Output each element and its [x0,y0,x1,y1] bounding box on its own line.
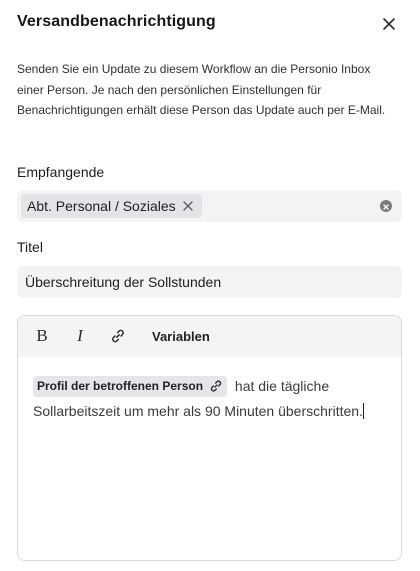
recipient-chip-label: Abt. Personal / Soziales [27,198,176,214]
close-icon[interactable] [182,200,194,212]
title-input[interactable] [17,266,402,298]
editor-toolbar: B I Variablen [18,316,401,357]
bold-button[interactable]: B [35,325,49,347]
message-editor: B I Variablen Profil der betroffenen Per… [17,315,402,561]
clear-recipients-button[interactable] [380,200,392,212]
close-icon [383,18,395,30]
recipients-label: Empfangende [17,164,105,180]
close-button[interactable] [381,16,397,32]
text-cursor [362,402,364,419]
notification-dialog: Versandbenachrichtigung Senden Sie ein U… [0,0,420,571]
link-icon [112,329,124,343]
dialog-header: Versandbenachrichtigung [17,12,403,36]
link-button[interactable] [109,325,127,347]
link-icon [210,380,222,392]
dialog-description: Senden Sie ein Update zu diesem Workflow… [17,62,386,117]
clear-circle-icon [383,204,389,210]
title-label: Titel [17,239,43,255]
recipient-chip: Abt. Personal / Soziales [21,194,202,218]
variables-button[interactable]: Variablen [152,325,210,347]
dialog-title: Versandbenachrichtigung [17,13,216,30]
recipients-field[interactable]: Abt. Personal / Soziales [17,190,402,222]
variable-chip[interactable]: Profil der betroffenen Person [33,375,228,397]
italic-button[interactable]: I [74,325,86,347]
variable-chip-label: Profil der betroffenen Person [37,379,204,393]
editor-content[interactable]: Profil der betroffenen Person hat die tä… [33,374,383,423]
